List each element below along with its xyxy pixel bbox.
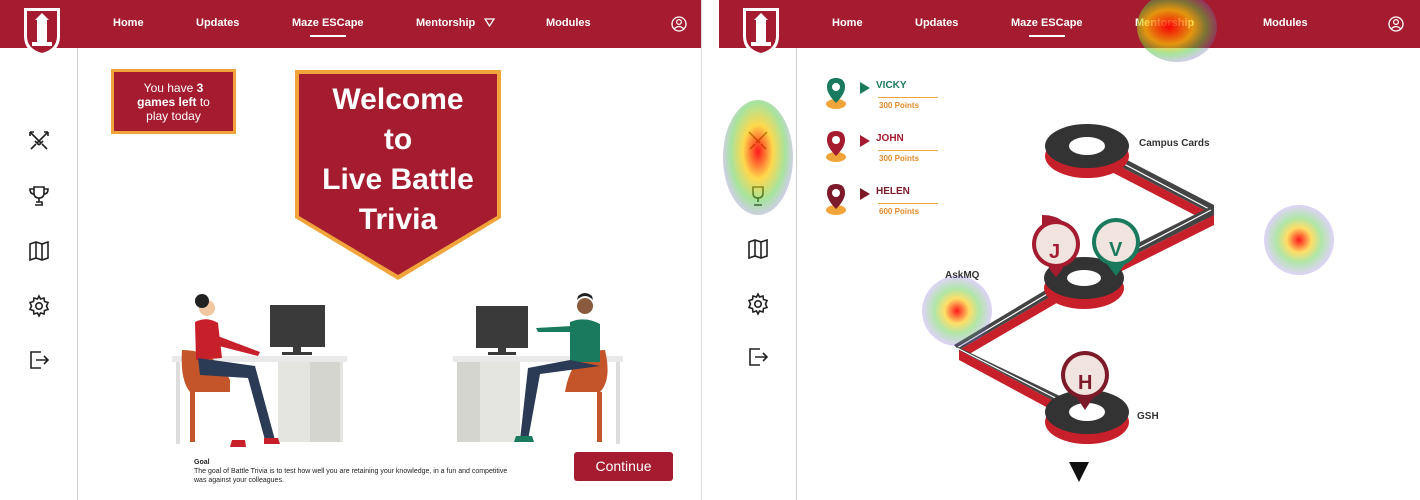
location-pin-icon [826, 131, 846, 162]
nav-modules[interactable]: Modules [1263, 17, 1308, 29]
logout-icon[interactable] [746, 345, 770, 369]
map-icon[interactable] [746, 237, 770, 261]
logout-icon[interactable] [27, 348, 51, 372]
trophy-icon[interactable] [746, 184, 770, 208]
nav-maze-escape[interactable]: Maze ESCape [1011, 17, 1083, 37]
player-name: JOHN [876, 133, 904, 144]
play-arrow-icon [860, 82, 870, 94]
divider [878, 150, 938, 151]
nav-updates[interactable]: Updates [196, 17, 239, 29]
heat-spot [1264, 205, 1334, 275]
map-label-campus-cards: Campus Cards [1139, 138, 1210, 149]
people-at-desks-illustration [172, 293, 623, 447]
play-arrow-icon [860, 188, 870, 200]
sidebar [719, 48, 797, 500]
location-pin-icon [826, 184, 846, 215]
nav-modules[interactable]: Modules [546, 17, 591, 29]
nav-mentorship[interactable]: Mentorship [1135, 17, 1194, 29]
player-name: HELEN [876, 186, 910, 197]
player-points: 600 Points [879, 207, 920, 216]
map-label-gsh: GSH [1137, 411, 1159, 422]
banner-line: Welcome [332, 83, 464, 116]
play-arrow-icon [860, 135, 870, 147]
campus-cards-node [1045, 124, 1129, 178]
scroll-down-arrow [1069, 462, 1089, 482]
games-count: 3 [196, 81, 204, 95]
continue-button[interactable]: Continue [574, 452, 673, 481]
maze-path-map [954, 124, 1214, 482]
player-points: 300 Points [879, 101, 920, 110]
swords-icon[interactable] [27, 129, 51, 153]
user-profile-icon[interactable] [1388, 16, 1404, 32]
divider [878, 97, 938, 98]
goal-heading: Goal [194, 459, 210, 466]
banner-line: Live Battle [322, 163, 474, 196]
games-suffix-today: play today [146, 109, 201, 123]
welcome-banner-title: Welcome to Live Battle Trivia [293, 80, 503, 240]
nav-maze-escape[interactable]: Maze ESCape [292, 17, 364, 37]
games-left-box: You have 3 games left to play today [111, 69, 236, 134]
location-pin-icon [826, 78, 846, 109]
panel-divider [702, 0, 719, 500]
trophy-icon[interactable] [27, 184, 51, 208]
player-name: VICKY [876, 80, 907, 91]
leaderboard-row: VICKY 300 Points [824, 76, 954, 116]
player-points: 300 Points [879, 154, 920, 163]
nav-home[interactable]: Home [113, 17, 144, 29]
nav-home[interactable]: Home [832, 17, 863, 29]
settings-gear-icon[interactable] [746, 292, 770, 316]
nav-mentorship-label: Mentorship [416, 17, 476, 29]
banner-line: Trivia [358, 203, 438, 236]
nav-updates[interactable]: Updates [915, 17, 958, 29]
games-suffix-to: to [199, 95, 210, 109]
settings-gear-icon[interactable] [27, 294, 51, 318]
nav-mentorship[interactable]: Mentorship [416, 17, 496, 29]
games-prefix: You have [143, 81, 194, 95]
top-nav-bar-right: Home Updates Maze ESCape Mentorship Modu… [719, 0, 1420, 56]
map-icon[interactable] [27, 239, 51, 263]
leaderboard-row: JOHN 300 Points [824, 129, 954, 169]
map-label-askmq: AskMQ [945, 270, 980, 281]
right-screen-heatmap: Home Updates Maze ESCape Mentorship Modu… [719, 0, 1420, 500]
sidebar [0, 48, 78, 500]
leaderboard-row: HELEN 600 Points [824, 182, 954, 222]
games-left-bold: games left [137, 95, 197, 109]
banner-line: to [383, 123, 413, 156]
chevron-down-icon [484, 18, 496, 28]
goal-description: The goal of Battle Trivia is to test how… [194, 468, 508, 484]
user-profile-icon[interactable] [671, 16, 687, 32]
divider [878, 203, 938, 204]
swords-icon[interactable] [746, 129, 770, 153]
top-nav-bar: Home Updates Maze ESCape Mentorship Modu… [0, 0, 701, 56]
left-screen: Home Updates Maze ESCape Mentorship Modu… [0, 0, 702, 500]
